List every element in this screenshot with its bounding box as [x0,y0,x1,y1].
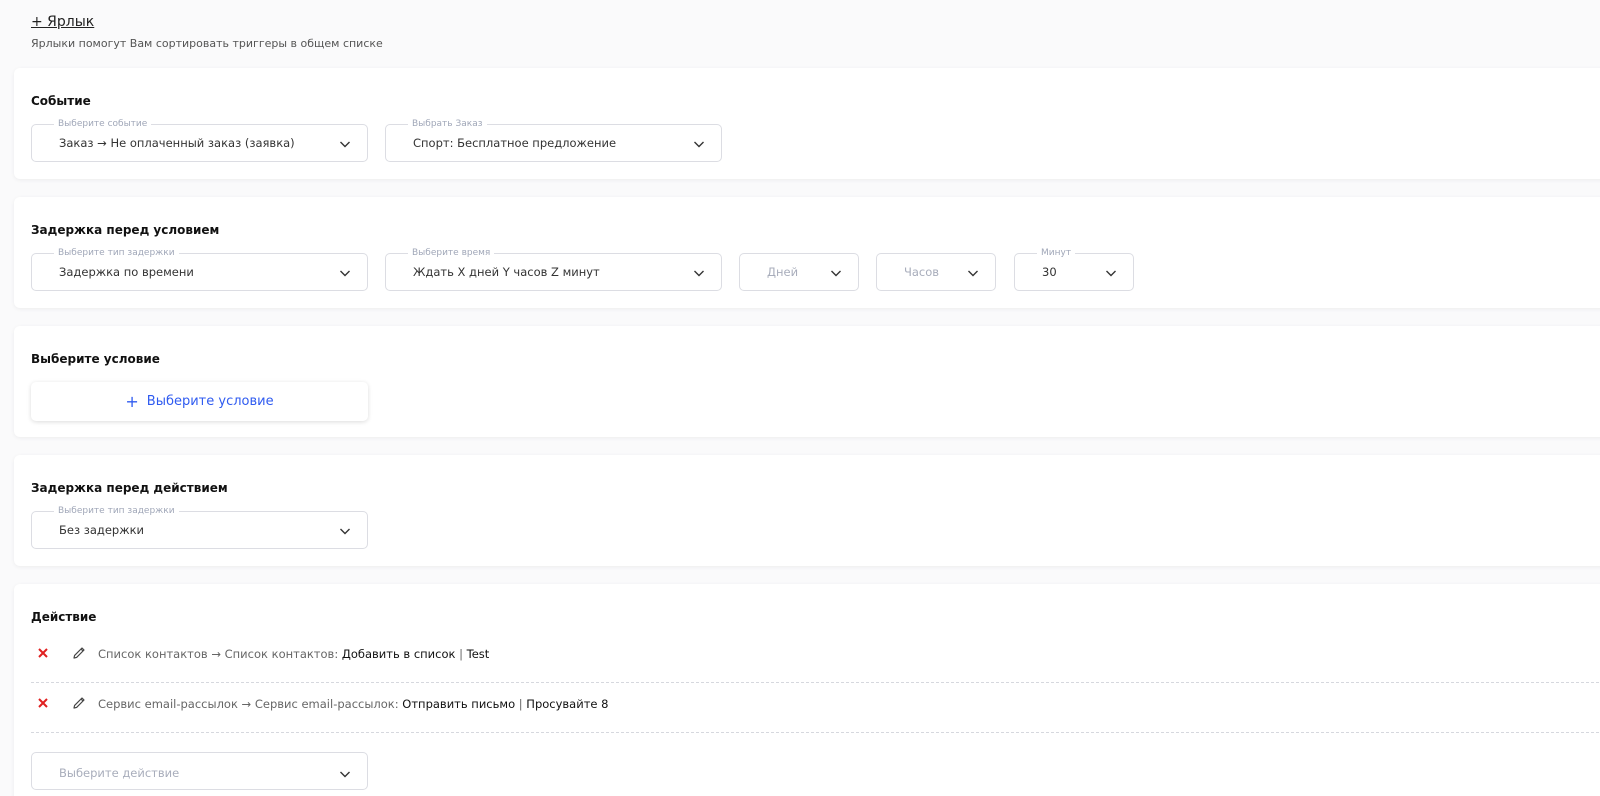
event-select-value: Заказ → Не оплаченный заказ (заявка) [59,136,295,150]
chevron-down-icon [340,141,350,148]
chevron-down-icon [340,528,350,535]
action-delay-type-legend: Выберите тип задержки [54,505,179,517]
days-select[interactable]: Дней [739,253,859,291]
delay-time-select[interactable]: Выберите время Ждать X дней Y часов Z ми… [385,247,722,291]
action-select[interactable]: Выберите действие [31,752,368,790]
delay-before-condition-title: Задержка перед условием [31,223,220,237]
hours-select[interactable]: Часов [876,253,996,291]
pencil-icon[interactable] [71,695,87,711]
event-select[interactable]: Выберите событие Заказ → Не оплаченный з… [31,118,368,162]
chevron-down-icon [340,270,350,277]
chevron-down-icon [694,141,704,148]
delete-icon[interactable] [37,647,49,659]
trigger-editor-page: + Ярлык Ярлыки помогут Вам сортировать т… [0,0,1600,796]
delay-type-legend: Выберите тип задержки [54,247,179,259]
event-card: Событие Выберите событие Заказ → Не опла… [14,68,1600,179]
condition-title: Выберите условие [31,352,160,366]
delay-before-action-title: Задержка перед действием [31,481,228,495]
delete-icon[interactable] [37,697,49,709]
action-select-placeholder: Выберите действие [59,766,180,780]
action-card: Действие Список контактов → Список конта… [14,584,1600,796]
action-item-text: Список контактов → Список контактов: Доб… [98,647,490,661]
minutes-value: 30 [1042,265,1057,279]
labels-hint: Ярлыки помогут Вам сортировать триггеры … [31,37,383,50]
days-placeholder: Дней [767,265,799,279]
add-label-link[interactable]: + Ярлык [31,14,94,30]
chevron-down-icon [694,270,704,277]
delay-type-select[interactable]: Выберите тип задержки Задержка по времен… [31,247,368,291]
chevron-down-icon [831,270,841,277]
action-delay-type-select[interactable]: Выберите тип задержки Без задержки [31,505,368,549]
order-select[interactable]: Выбрать Заказ Спорт: Бесплатное предложе… [385,118,722,162]
condition-card: Выберите условие + Выберите условие [14,326,1600,437]
minutes-legend: Минут [1037,247,1076,259]
hours-placeholder: Часов [904,265,940,279]
order-select-value: Спорт: Бесплатное предложение [413,136,617,150]
action-title: Действие [31,610,97,624]
minutes-select[interactable]: Минут 30 [1014,247,1134,291]
chevron-down-icon [968,270,978,277]
plus-icon: + [125,391,139,411]
event-title: Событие [31,94,91,108]
delay-time-value: Ждать X дней Y часов Z минут [413,265,600,279]
action-delay-type-value: Без задержки [59,523,145,537]
action-item: Список контактов → Список контактов: Доб… [31,633,1600,683]
action-item: Сервис email-рассылок → Сервис email-рас… [31,683,1600,733]
chevron-down-icon [340,771,350,778]
delay-type-value: Задержка по времени [59,265,194,279]
add-condition-button[interactable]: + Выберите условие [31,382,368,421]
delay-before-condition-card: Задержка перед условием Выберите тип зад… [14,197,1600,308]
event-select-legend: Выберите событие [54,118,152,130]
add-condition-label: Выберите условие [146,394,274,409]
delay-before-action-card: Задержка перед действием Выберите тип за… [14,455,1600,566]
action-item-text: Сервис email-рассылок → Сервис email-рас… [98,697,609,711]
pencil-icon[interactable] [71,645,87,661]
chevron-down-icon [1106,270,1116,277]
order-select-legend: Выбрать Заказ [408,118,487,130]
delay-time-legend: Выберите время [408,247,495,259]
